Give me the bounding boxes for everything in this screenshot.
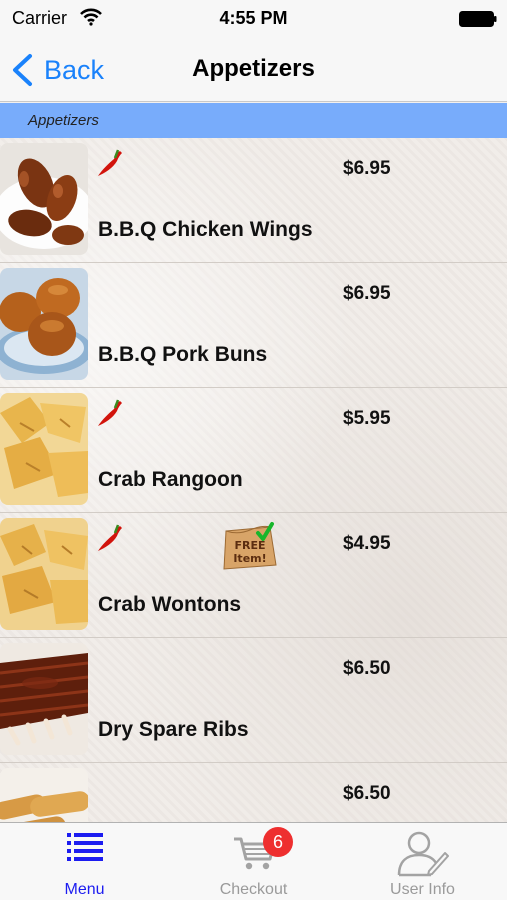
tab-checkout[interactable]: 6 Checkout bbox=[169, 823, 338, 900]
item-name: B.B.Q Chicken Wings bbox=[98, 218, 313, 241]
food-image-egg-rolls bbox=[0, 768, 88, 822]
item-price: $6.95 bbox=[343, 158, 391, 179]
section-header-label: Appetizers bbox=[28, 112, 99, 129]
svg-text:FREE: FREE bbox=[234, 539, 265, 552]
spicy-chili-icon bbox=[98, 149, 122, 176]
navigation-bar: Back Appetizers bbox=[0, 38, 507, 102]
cart-count-badge: 6 bbox=[263, 827, 293, 857]
tab-menu[interactable]: Menu bbox=[0, 823, 169, 900]
menu-list[interactable]: B.B.Q Chicken Wings $6.95 B.B.Q Pork Bun… bbox=[0, 138, 507, 822]
menu-item-bbq-pork-buns[interactable]: B.B.Q Pork Buns $6.95 bbox=[0, 263, 507, 388]
status-time: 4:55 PM bbox=[219, 8, 288, 28]
free-item-badge-icon: FREE Item! bbox=[223, 522, 277, 570]
item-name: Dry Spare Ribs bbox=[98, 718, 249, 741]
tab-bar: Menu 6 Checkout User Info bbox=[0, 822, 507, 900]
menu-item-dry-spare-ribs[interactable]: Dry Spare Ribs $6.50 bbox=[0, 638, 507, 763]
svg-text:Item!: Item! bbox=[233, 552, 266, 565]
status-bar: Carrier 4:55 PM bbox=[0, 0, 507, 38]
tab-checkout-label: Checkout bbox=[219, 881, 288, 898]
item-price: $6.50 bbox=[343, 783, 391, 804]
tab-user-info[interactable]: User Info bbox=[338, 823, 507, 900]
menu-item-crab-wontons[interactable]: FREE Item! Crab Wontons $4.95 bbox=[0, 513, 507, 638]
section-header: Appetizers bbox=[0, 103, 507, 138]
food-image-chicken-wings bbox=[0, 143, 88, 255]
menu-item-crab-rangoon[interactable]: Crab Rangoon $5.95 bbox=[0, 388, 507, 513]
food-image-crab-rangoon bbox=[0, 393, 88, 505]
battery-icon bbox=[459, 11, 497, 27]
spicy-chili-icon bbox=[98, 399, 122, 426]
food-image-crab-wontons bbox=[0, 518, 88, 630]
item-name: B.B.Q Pork Buns bbox=[98, 343, 268, 366]
user-icon bbox=[397, 831, 449, 877]
tab-user-info-label: User Info bbox=[390, 881, 455, 898]
tab-menu-label: Menu bbox=[64, 881, 105, 898]
item-price: $4.95 bbox=[343, 533, 391, 554]
menu-item-bbq-chicken-wings[interactable]: B.B.Q Chicken Wings $6.95 bbox=[0, 138, 507, 263]
item-name: Crab Rangoon bbox=[98, 468, 243, 491]
food-image-pork-buns bbox=[0, 268, 88, 380]
list-icon bbox=[66, 833, 103, 861]
food-image-spare-ribs bbox=[0, 643, 88, 755]
item-price: $6.95 bbox=[343, 283, 391, 304]
page-title: Appetizers bbox=[192, 55, 315, 82]
spicy-chili-icon bbox=[98, 524, 122, 551]
item-price: $5.95 bbox=[343, 408, 391, 429]
item-price: $6.50 bbox=[343, 658, 391, 679]
item-name: Crab Wontons bbox=[98, 593, 242, 616]
menu-item-egg-rolls[interactable]: $6.50 bbox=[0, 763, 507, 822]
